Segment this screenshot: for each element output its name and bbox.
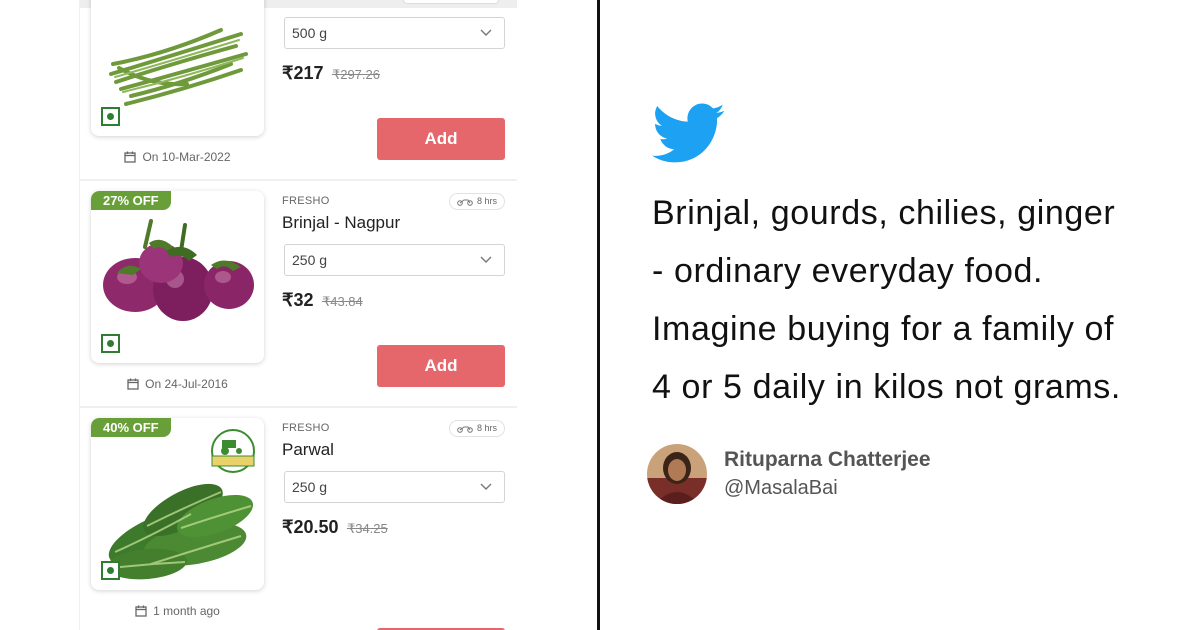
twitter-bird-icon <box>652 103 725 163</box>
chevron-down-icon <box>480 29 492 36</box>
veg-indicator <box>101 107 120 126</box>
product-list: 500 g ₹217 ₹297.26 Add On 10-Mar-2022 27… <box>80 0 517 630</box>
price-row: ₹20.50 ₹34.25 <box>282 517 388 538</box>
product-name[interactable]: Brinjal - Nagpur <box>282 213 400 233</box>
avatar[interactable] <box>647 444 707 504</box>
quantity-select[interactable]: 500 g <box>284 17 505 49</box>
veg-indicator <box>101 334 120 353</box>
product-card: 40% OFF FRESHO 8 hrs Parwal 250 g ₹20.50… <box>80 406 517 630</box>
delivery-eta: 8 hrs <box>448 420 505 437</box>
original-price: ₹43.84 <box>321 294 363 309</box>
product-name[interactable]: Parwal <box>282 440 334 460</box>
sale-price: ₹20.50 <box>282 517 339 537</box>
calendar-icon <box>127 378 139 390</box>
tweet-body: Brinjal, gourds, chilies, ginger - ordin… <box>652 184 1192 416</box>
original-price: ₹297.26 <box>331 67 380 82</box>
tweet-line: Brinjal, gourds, chilies, ginger <box>652 194 1116 232</box>
order-date: 1 month ago <box>80 604 275 618</box>
chevron-down-icon <box>480 483 492 490</box>
farm-partner-badge <box>211 429 255 473</box>
order-date: On 10-Mar-2022 <box>80 150 275 164</box>
sale-price: ₹217 <box>282 63 324 83</box>
discount-badge: 40% OFF <box>91 418 171 437</box>
panel-divider <box>597 0 600 630</box>
product-card: 500 g ₹217 ₹297.26 Add On 10-Mar-2022 <box>80 0 517 179</box>
brand-label: FRESHO <box>282 195 330 207</box>
quantity-select[interactable]: 250 g <box>284 244 505 276</box>
price-row: ₹217 ₹297.26 <box>282 63 380 84</box>
row-divider <box>80 179 517 181</box>
price-row: ₹32 ₹43.84 <box>282 290 363 311</box>
original-price: ₹34.25 <box>346 521 388 536</box>
product-image-parwal[interactable]: 40% OFF <box>91 418 264 590</box>
product-image-brinjal[interactable]: 27% OFF <box>91 191 264 363</box>
tweet-line: Imagine buying for a family of <box>652 310 1115 348</box>
delivery-eta: 8 hrs <box>448 193 505 210</box>
tweet-line: - ordinary everyday food. <box>652 252 1044 290</box>
author-handle[interactable]: @MasalaBai <box>724 477 838 500</box>
tweet-line: 4 or 5 daily in kilos not grams. <box>652 368 1121 406</box>
quantity-select[interactable]: 250 g <box>284 471 505 503</box>
calendar-icon <box>124 151 137 163</box>
author-name[interactable]: Rituparna Chatterjee <box>724 448 931 472</box>
product-card: 27% OFF FRESHO 8 hrs Brinjal - Nagpur 25… <box>80 179 517 406</box>
calendar-icon <box>135 605 147 617</box>
chevron-down-icon <box>480 256 492 263</box>
row-divider <box>80 406 517 408</box>
add-button[interactable]: Add <box>377 118 505 160</box>
add-button[interactable]: Add <box>377 345 505 387</box>
veg-indicator <box>101 561 120 580</box>
scooter-icon <box>457 426 473 433</box>
discount-badge: 27% OFF <box>91 191 171 210</box>
brand-label: FRESHO <box>282 422 330 434</box>
avatar-image <box>647 444 707 504</box>
scooter-icon <box>457 199 473 206</box>
order-date: On 24-Jul-2016 <box>80 377 275 391</box>
sale-price: ₹32 <box>282 290 314 310</box>
product-image-green-beans[interactable] <box>91 0 264 136</box>
farm-partner-badge <box>210 0 256 20</box>
